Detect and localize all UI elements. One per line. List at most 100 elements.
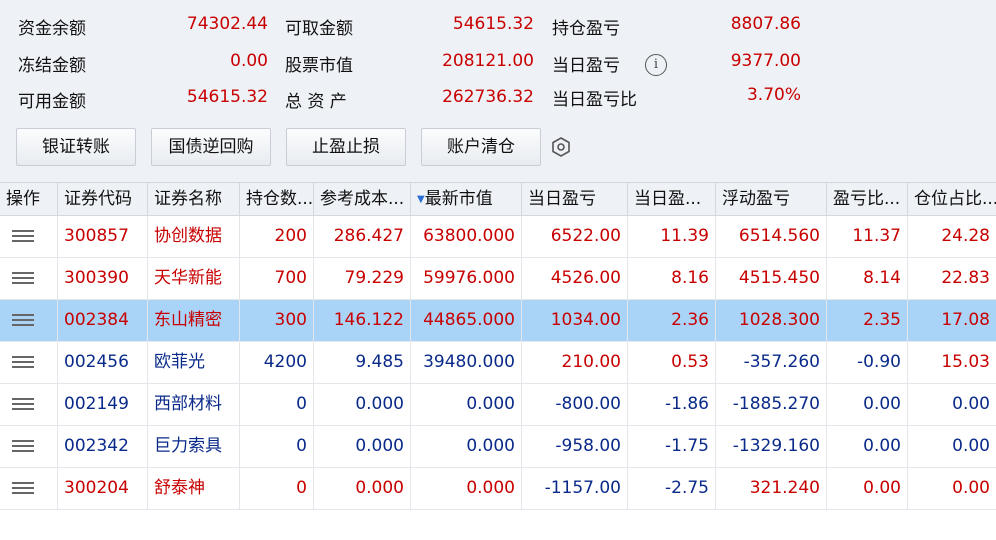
float-pl-cell: -1329.160: [716, 426, 827, 467]
stock-value-value: 208121.00: [442, 51, 534, 71]
security-code-cell: 002149: [58, 384, 148, 425]
menu-lines-icon[interactable]: [12, 440, 34, 454]
market-value-cell: 0.000: [411, 384, 522, 425]
security-code-cell: 300390: [58, 258, 148, 299]
position-pct-cell: 15.03: [941, 352, 990, 372]
security-code-cell: 002384: [58, 300, 148, 341]
ref-cost-cell: 79.229: [314, 258, 411, 299]
pl-pct-cell: 0.00: [827, 468, 908, 509]
reverse-repo-button[interactable]: 国债逆回购: [151, 128, 271, 166]
market-value-cell: 44865.000: [411, 300, 522, 341]
col-header-action[interactable]: 操作: [0, 183, 58, 216]
table-row[interactable]: 300857 协创数据 200 286.427 63800.000 6522.00 11.3…: [0, 216, 996, 258]
security-name-cell: 协创数据: [148, 216, 240, 257]
position-qty-cell: 300: [240, 300, 314, 341]
col-header-name[interactable]: 证券名称: [148, 183, 240, 216]
row-action-cell: [0, 468, 58, 509]
info-icon[interactable]: i: [645, 54, 667, 76]
day-pl-cell: 1034.00: [522, 300, 628, 341]
ref-cost-cell: 0.000: [314, 426, 411, 467]
clear-account-button[interactable]: 账户清仓: [421, 128, 541, 166]
position-pct-cell: 0.00: [952, 436, 990, 456]
row-action-cell: [0, 216, 58, 257]
position-qty-cell: 700: [240, 258, 314, 299]
float-pl-cell: -357.260: [716, 342, 827, 383]
col-header-day-pl-pct[interactable]: 当日盈...: [628, 183, 716, 216]
col-header-position-pct[interactable]: 仓位占比...: [908, 183, 996, 216]
col-header-code[interactable]: 证券代码: [58, 183, 148, 216]
position-qty-cell: 4200: [240, 342, 314, 383]
day-pl-pct-cell: 0.53: [628, 342, 716, 383]
pl-pct-cell: 2.35: [827, 300, 908, 341]
row-action-cell: [0, 300, 58, 341]
row-action-cell: [0, 258, 58, 299]
position-pct-cell: 0.00: [952, 394, 990, 414]
balance-value: 74302.44: [186, 14, 268, 34]
table-row[interactable]: 300390 天华新能 700 79.229 59976.000 4526.00 8.16 4…: [0, 258, 996, 300]
ref-cost-cell: 0.000: [314, 468, 411, 509]
menu-lines-icon[interactable]: [12, 398, 34, 412]
position-pct-cell: 24.28: [941, 226, 990, 246]
balance-label: 资金余额: [18, 19, 86, 39]
table-row[interactable]: 002384 东山精密 300 146.122 44865.000 1034.00 2.36…: [0, 300, 996, 342]
stop-profit-loss-button[interactable]: 止盈止损: [286, 128, 406, 166]
col-header-pl-pct[interactable]: 盈亏比...: [827, 183, 908, 216]
day-pl-cell: 4526.00: [522, 258, 628, 299]
ref-cost-cell: 146.122: [314, 300, 411, 341]
col-header-day-pl[interactable]: 当日盈亏: [522, 183, 628, 216]
market-value-cell: 59976.000: [411, 258, 522, 299]
frozen-label: 冻结金额: [18, 56, 86, 76]
menu-lines-icon[interactable]: [12, 356, 34, 370]
pl-pct-cell: 11.37: [827, 216, 908, 257]
menu-lines-icon[interactable]: [12, 482, 34, 496]
col-header-market-value[interactable]: ▼最新市值: [411, 183, 522, 216]
col-header-float-pl[interactable]: 浮动盈亏: [716, 183, 827, 216]
security-code-cell: 300857: [58, 216, 148, 257]
position-qty-cell: 0: [240, 384, 314, 425]
market-value-cell: 63800.000: [411, 216, 522, 257]
table-row[interactable]: 300204 舒泰神 0 0.000 0.000 -1157.00 -2.75 321.240…: [0, 468, 996, 510]
row-action-cell: [0, 342, 58, 383]
table-row[interactable]: 002342 巨力索具 0 0.000 0.000 -958.00 -1.75 -1329.1…: [0, 426, 996, 468]
security-code-cell: 002342: [58, 426, 148, 467]
bank-transfer-button[interactable]: 银证转账: [16, 128, 136, 166]
table-header: 操作 证券代码 证券名称 持仓数... 参考成本... ▼最新市值 当日盈亏 当…: [0, 182, 996, 216]
pl-pct-cell: 0.00: [827, 384, 908, 425]
menu-lines-icon[interactable]: [12, 314, 34, 328]
day-pl-pct-cell: -2.75: [628, 468, 716, 509]
security-code-cell: 300204: [58, 468, 148, 509]
day-pl-pct-cell: 8.16: [628, 258, 716, 299]
available-value: 54615.32: [186, 87, 268, 107]
table-row[interactable]: 002456 欧菲光 4200 9.485 39480.000 210.00 0.53 -35…: [0, 342, 996, 384]
withdrawable-value: 54615.32: [452, 14, 534, 34]
position-qty-cell: 0: [240, 468, 314, 509]
market-value-cell: 39480.000: [411, 342, 522, 383]
withdrawable-label: 可取金额: [285, 19, 353, 39]
daily-pl-ratio-value: 3.70%: [746, 85, 801, 105]
security-name-cell: 舒泰神: [148, 468, 240, 509]
settings-hex-icon[interactable]: [550, 136, 572, 158]
security-name-cell: 欧菲光: [148, 342, 240, 383]
security-name-cell: 巨力索具: [148, 426, 240, 467]
day-pl-cell: -1157.00: [522, 468, 628, 509]
position-pct-cell: 22.83: [941, 268, 990, 288]
col-header-qty[interactable]: 持仓数...: [240, 183, 314, 216]
ref-cost-cell: 9.485: [314, 342, 411, 383]
float-pl-cell: 6514.560: [716, 216, 827, 257]
float-pl-cell: 4515.450: [716, 258, 827, 299]
float-pl-cell: 321.240: [716, 468, 827, 509]
security-name-cell: 天华新能: [148, 258, 240, 299]
daily-pl-label: 当日盈亏: [552, 56, 620, 76]
day-pl-pct-cell: -1.86: [628, 384, 716, 425]
day-pl-cell: -958.00: [522, 426, 628, 467]
menu-lines-icon[interactable]: [12, 230, 34, 244]
col-header-cost[interactable]: 参考成本...: [314, 183, 411, 216]
row-action-cell: [0, 426, 58, 467]
float-pl-cell: -1885.270: [716, 384, 827, 425]
daily-pl-ratio-label: 当日盈亏比: [552, 90, 637, 110]
position-qty-cell: 200: [240, 216, 314, 257]
market-value-cell: 0.000: [411, 468, 522, 509]
menu-lines-icon[interactable]: [12, 272, 34, 286]
position-pct-cell: 17.08: [941, 310, 990, 330]
table-row[interactable]: 002149 西部材料 0 0.000 0.000 -800.00 -1.86 -1885.2…: [0, 384, 996, 426]
